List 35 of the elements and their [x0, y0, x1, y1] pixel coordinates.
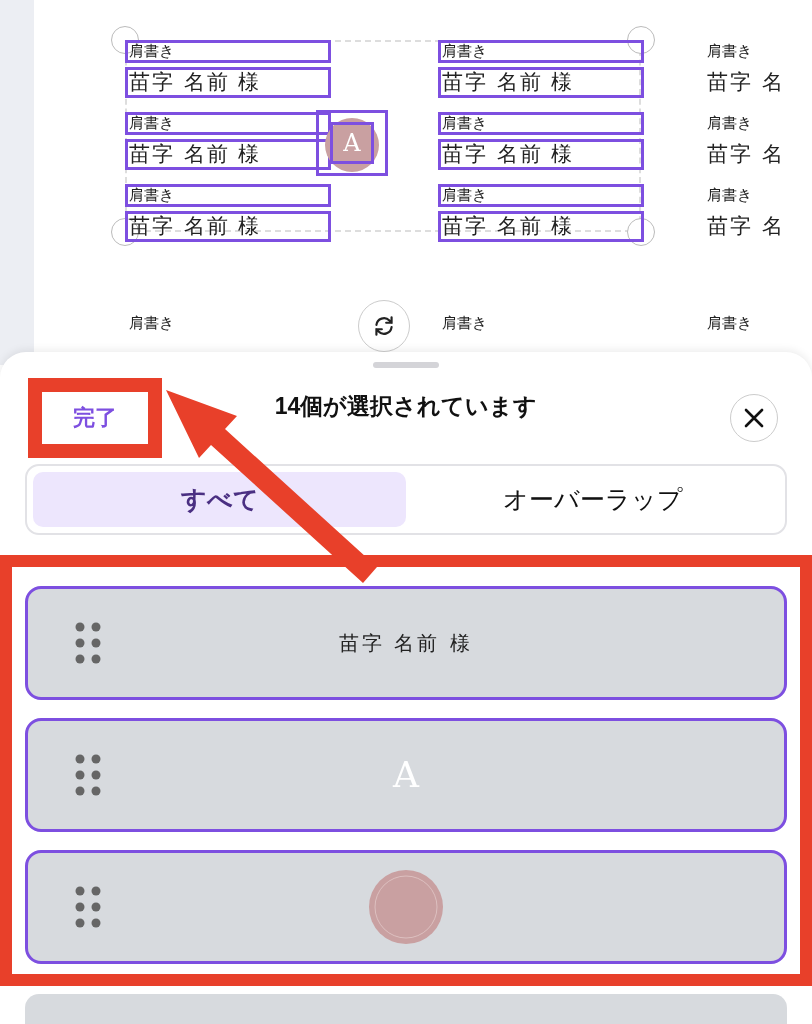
name-text: 苗字 名前 様	[125, 139, 331, 170]
sheet-title: 14個が選択されています	[274, 392, 538, 422]
name-text: 苗字 名前 様	[125, 67, 331, 98]
name-text: 苗字 名	[706, 213, 786, 240]
tab[interactable]: すべて	[33, 471, 406, 527]
emblem-circle	[323, 116, 381, 174]
title-text: 肩書き	[706, 113, 753, 134]
drag-handle-icon[interactable]	[75, 886, 101, 928]
title-text: 肩書き	[438, 112, 644, 135]
title-text: 肩書き	[706, 41, 753, 62]
title-text: 肩書き	[438, 184, 644, 207]
title-text: 肩書き	[438, 40, 644, 63]
done-button[interactable]: 完了	[28, 377, 162, 458]
title-text: 肩書き	[706, 185, 753, 206]
tab[interactable]: オーバーラップ	[406, 471, 779, 527]
name-text: 苗字 名	[706, 141, 786, 168]
title-text: 肩書き	[125, 184, 331, 207]
emblem-letter: A	[330, 122, 374, 164]
drag-handle-icon[interactable]	[75, 754, 101, 796]
close-icon	[743, 406, 765, 429]
name-text: 苗字 名前 様	[438, 139, 644, 170]
layer-item[interactable]	[25, 850, 787, 964]
title-text: 肩書き	[441, 313, 488, 334]
title-text: 肩書き	[125, 40, 331, 63]
layer-text: 苗字 名前 様	[339, 630, 473, 657]
drag-handle-icon[interactable]	[75, 622, 101, 664]
layer-item[interactable]: 苗字 名前 様	[25, 586, 787, 700]
name-text: 苗字 名	[706, 69, 786, 96]
name-text: 苗字 名前 様	[438, 211, 644, 242]
name-text: 苗字 名前 様	[438, 67, 644, 98]
title-text: 肩書き	[128, 313, 175, 334]
title-text: 肩書き	[125, 112, 331, 135]
name-text: 苗字 名前 様	[125, 211, 331, 242]
title-text: 肩書き	[706, 313, 753, 334]
rotate-button[interactable]	[358, 300, 410, 352]
